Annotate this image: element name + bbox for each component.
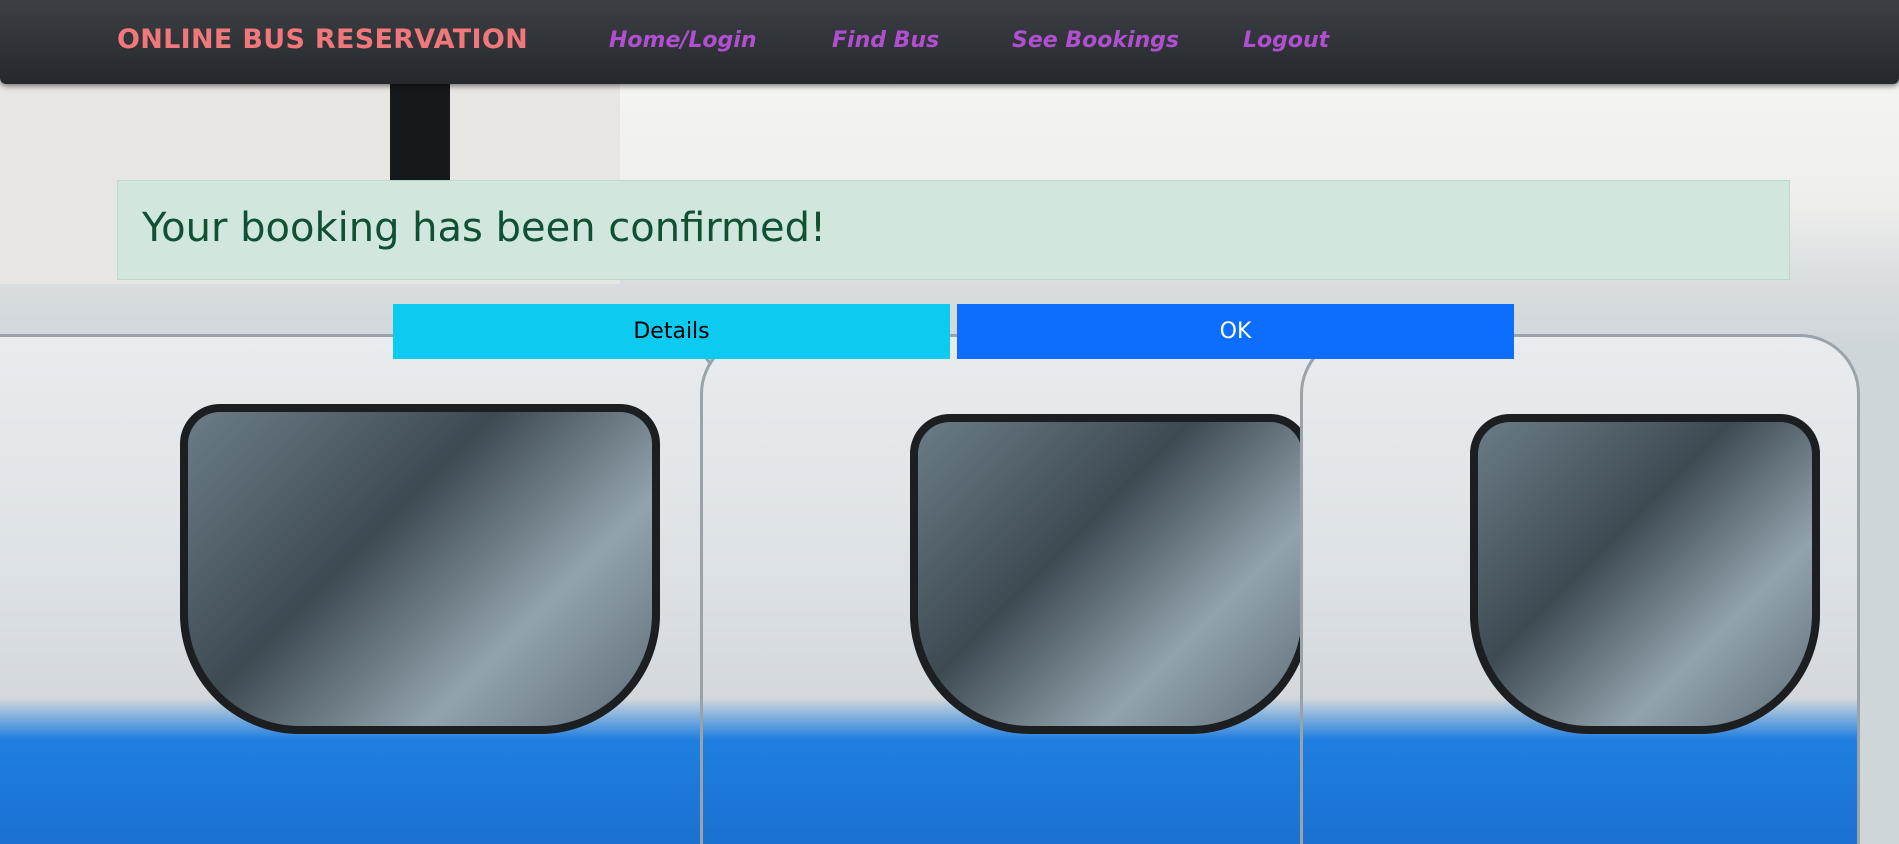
top-navbar: ONLINE BUS RESERVATION Home/Login Find B…: [0, 0, 1899, 84]
bus-right: [1300, 334, 1860, 844]
nav-link-find-bus[interactable]: Find Bus: [832, 28, 1012, 53]
bus-center: [700, 334, 1340, 844]
ok-button[interactable]: OK: [957, 304, 1514, 359]
bus-left: [0, 334, 720, 844]
confirmation-message: Your booking has been confirmed!: [142, 205, 827, 251]
nav-links: Home/Login Find Bus See Bookings Logout: [609, 28, 1333, 53]
bus-windshield: [1470, 414, 1820, 734]
site-brand[interactable]: ONLINE BUS RESERVATION: [117, 24, 528, 55]
nav-link-see-bookings[interactable]: See Bookings: [1012, 28, 1243, 53]
details-button[interactable]: Details: [393, 304, 950, 359]
nav-link-logout[interactable]: Logout: [1243, 28, 1333, 53]
bus-windshield: [180, 404, 660, 734]
bus-windshield: [910, 414, 1310, 734]
nav-link-home-login[interactable]: Home/Login: [609, 28, 832, 53]
booking-confirmation-alert: Your booking has been confirmed!: [117, 180, 1790, 280]
